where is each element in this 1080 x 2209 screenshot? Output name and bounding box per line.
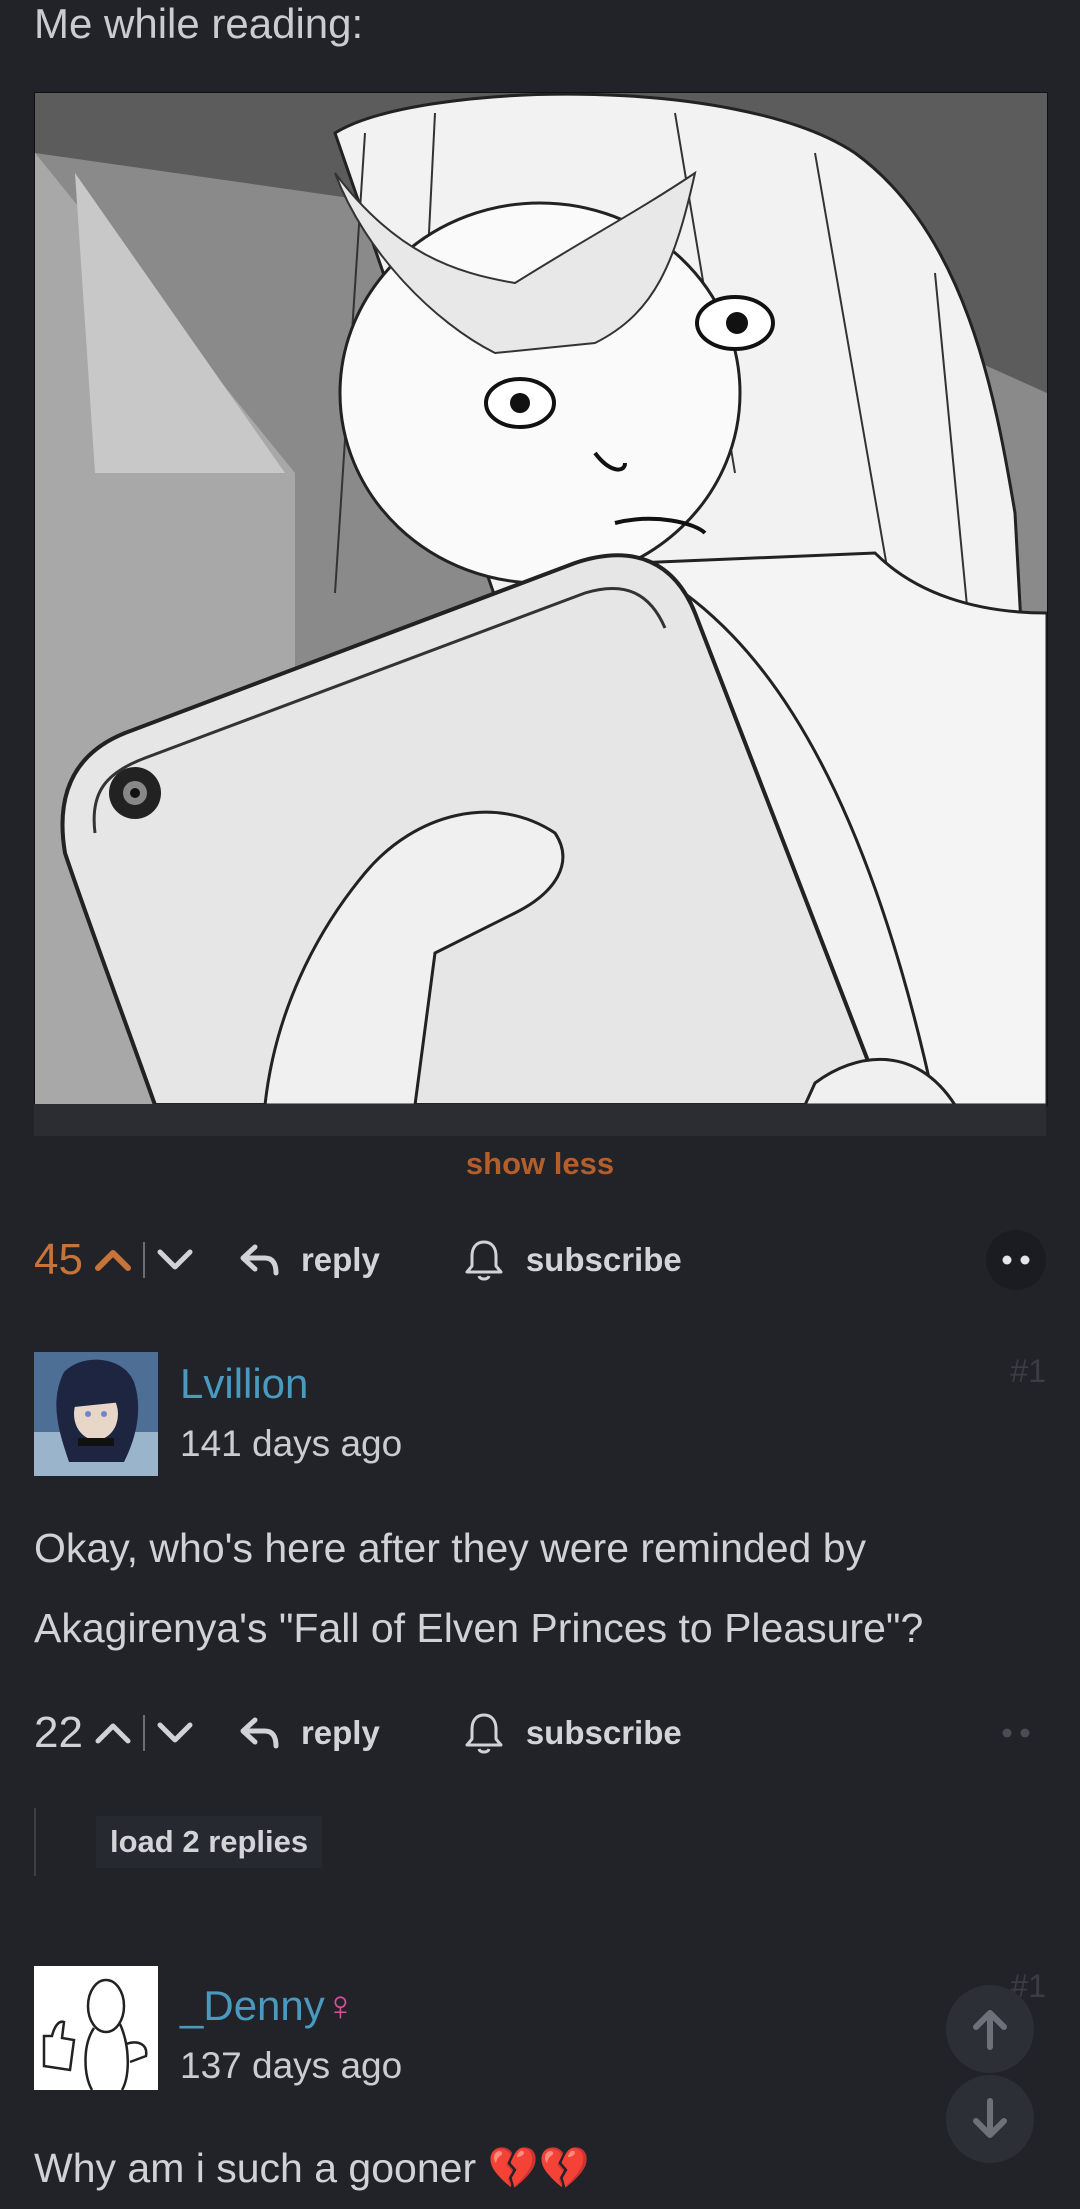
post-action-row: 45 reply subscribe — [34, 1230, 1046, 1290]
comment-text: Why am i such a gooner — [34, 2145, 477, 2191]
arrow-up-icon — [973, 2010, 1007, 2050]
reply-arrow-icon — [240, 1244, 279, 1276]
reply-button[interactable]: reply — [239, 1714, 380, 1752]
upvote-button[interactable] — [91, 1238, 135, 1282]
scroll-down-button[interactable] — [946, 2075, 1034, 2163]
avatar[interactable] — [34, 1966, 158, 2090]
downvote-button[interactable] — [153, 1238, 197, 1282]
more-dots-icon — [1002, 1255, 1030, 1265]
avatar[interactable] — [34, 1352, 158, 1476]
subscribe-button[interactable]: subscribe — [464, 1238, 682, 1282]
avatar-image — [34, 1352, 158, 1476]
more-dots-icon — [1002, 1728, 1030, 1738]
comment-action-row: 22 reply subscribe — [34, 1703, 1046, 1763]
chevron-up-icon — [94, 1250, 131, 1271]
vote-divider — [142, 1242, 145, 1278]
comment-text-line: Okay, who's here after they were reminde… — [34, 1525, 867, 1571]
comment-text-line: Why am i such a gooner 💔💔 — [34, 2128, 590, 2208]
reply-arrow-icon — [240, 1717, 279, 1749]
reply-label: reply — [300, 1241, 380, 1278]
bell-icon — [465, 1713, 503, 1754]
broken-heart-emoji: 💔💔 — [487, 2145, 590, 2191]
scroll-up-button[interactable] — [946, 1985, 1034, 2073]
post-image[interactable] — [34, 92, 1048, 1106]
comment-text-line: Akagirenya's "Fall of Elven Princes to P… — [34, 1605, 924, 1651]
comment-timestamp: 137 days ago — [180, 2045, 403, 2086]
chevron-down-icon — [157, 1249, 193, 1270]
arrow-down-icon — [973, 2098, 1007, 2138]
downvote-button[interactable] — [153, 1711, 197, 1755]
reply-label: reply — [300, 1714, 380, 1751]
female-gender-icon: ♀ — [324, 1982, 357, 2029]
reply-button[interactable]: reply — [239, 1241, 380, 1279]
comment-username[interactable]: Lvillion — [180, 1360, 308, 1408]
comment-index: #1 — [1010, 1353, 1046, 1389]
chevron-up-icon — [95, 1723, 131, 1744]
avatar-image — [34, 1966, 158, 2090]
comment-timestamp: 141 days ago — [180, 1423, 403, 1464]
post-score: 45 — [34, 1235, 83, 1284]
upvote-button[interactable] — [91, 1711, 135, 1755]
image-footer-bar — [34, 1104, 1046, 1136]
subscribe-label: subscribe — [525, 1241, 682, 1278]
show-less-button[interactable]: show less — [0, 1146, 1080, 1182]
subscribe-button[interactable]: subscribe — [464, 1711, 682, 1755]
load-replies-button[interactable]: load 2 replies — [34, 1808, 323, 1876]
bell-icon — [465, 1240, 503, 1281]
comment-username-text: _Denny — [180, 1982, 325, 2029]
comment-score: 22 — [34, 1708, 83, 1757]
vote-divider — [142, 1715, 145, 1751]
manga-girl-phone-illustration — [35, 93, 1047, 1105]
comment-username[interactable]: _Denny♀ — [180, 1982, 356, 2030]
chevron-down-icon — [157, 1722, 193, 1743]
subscribe-label: subscribe — [525, 1714, 682, 1751]
load-replies-label: load 2 replies — [96, 1816, 323, 1868]
more-options-button[interactable] — [986, 1230, 1046, 1290]
more-options-button[interactable] — [986, 1703, 1046, 1763]
post-caption: Me while reading: — [34, 0, 364, 47]
